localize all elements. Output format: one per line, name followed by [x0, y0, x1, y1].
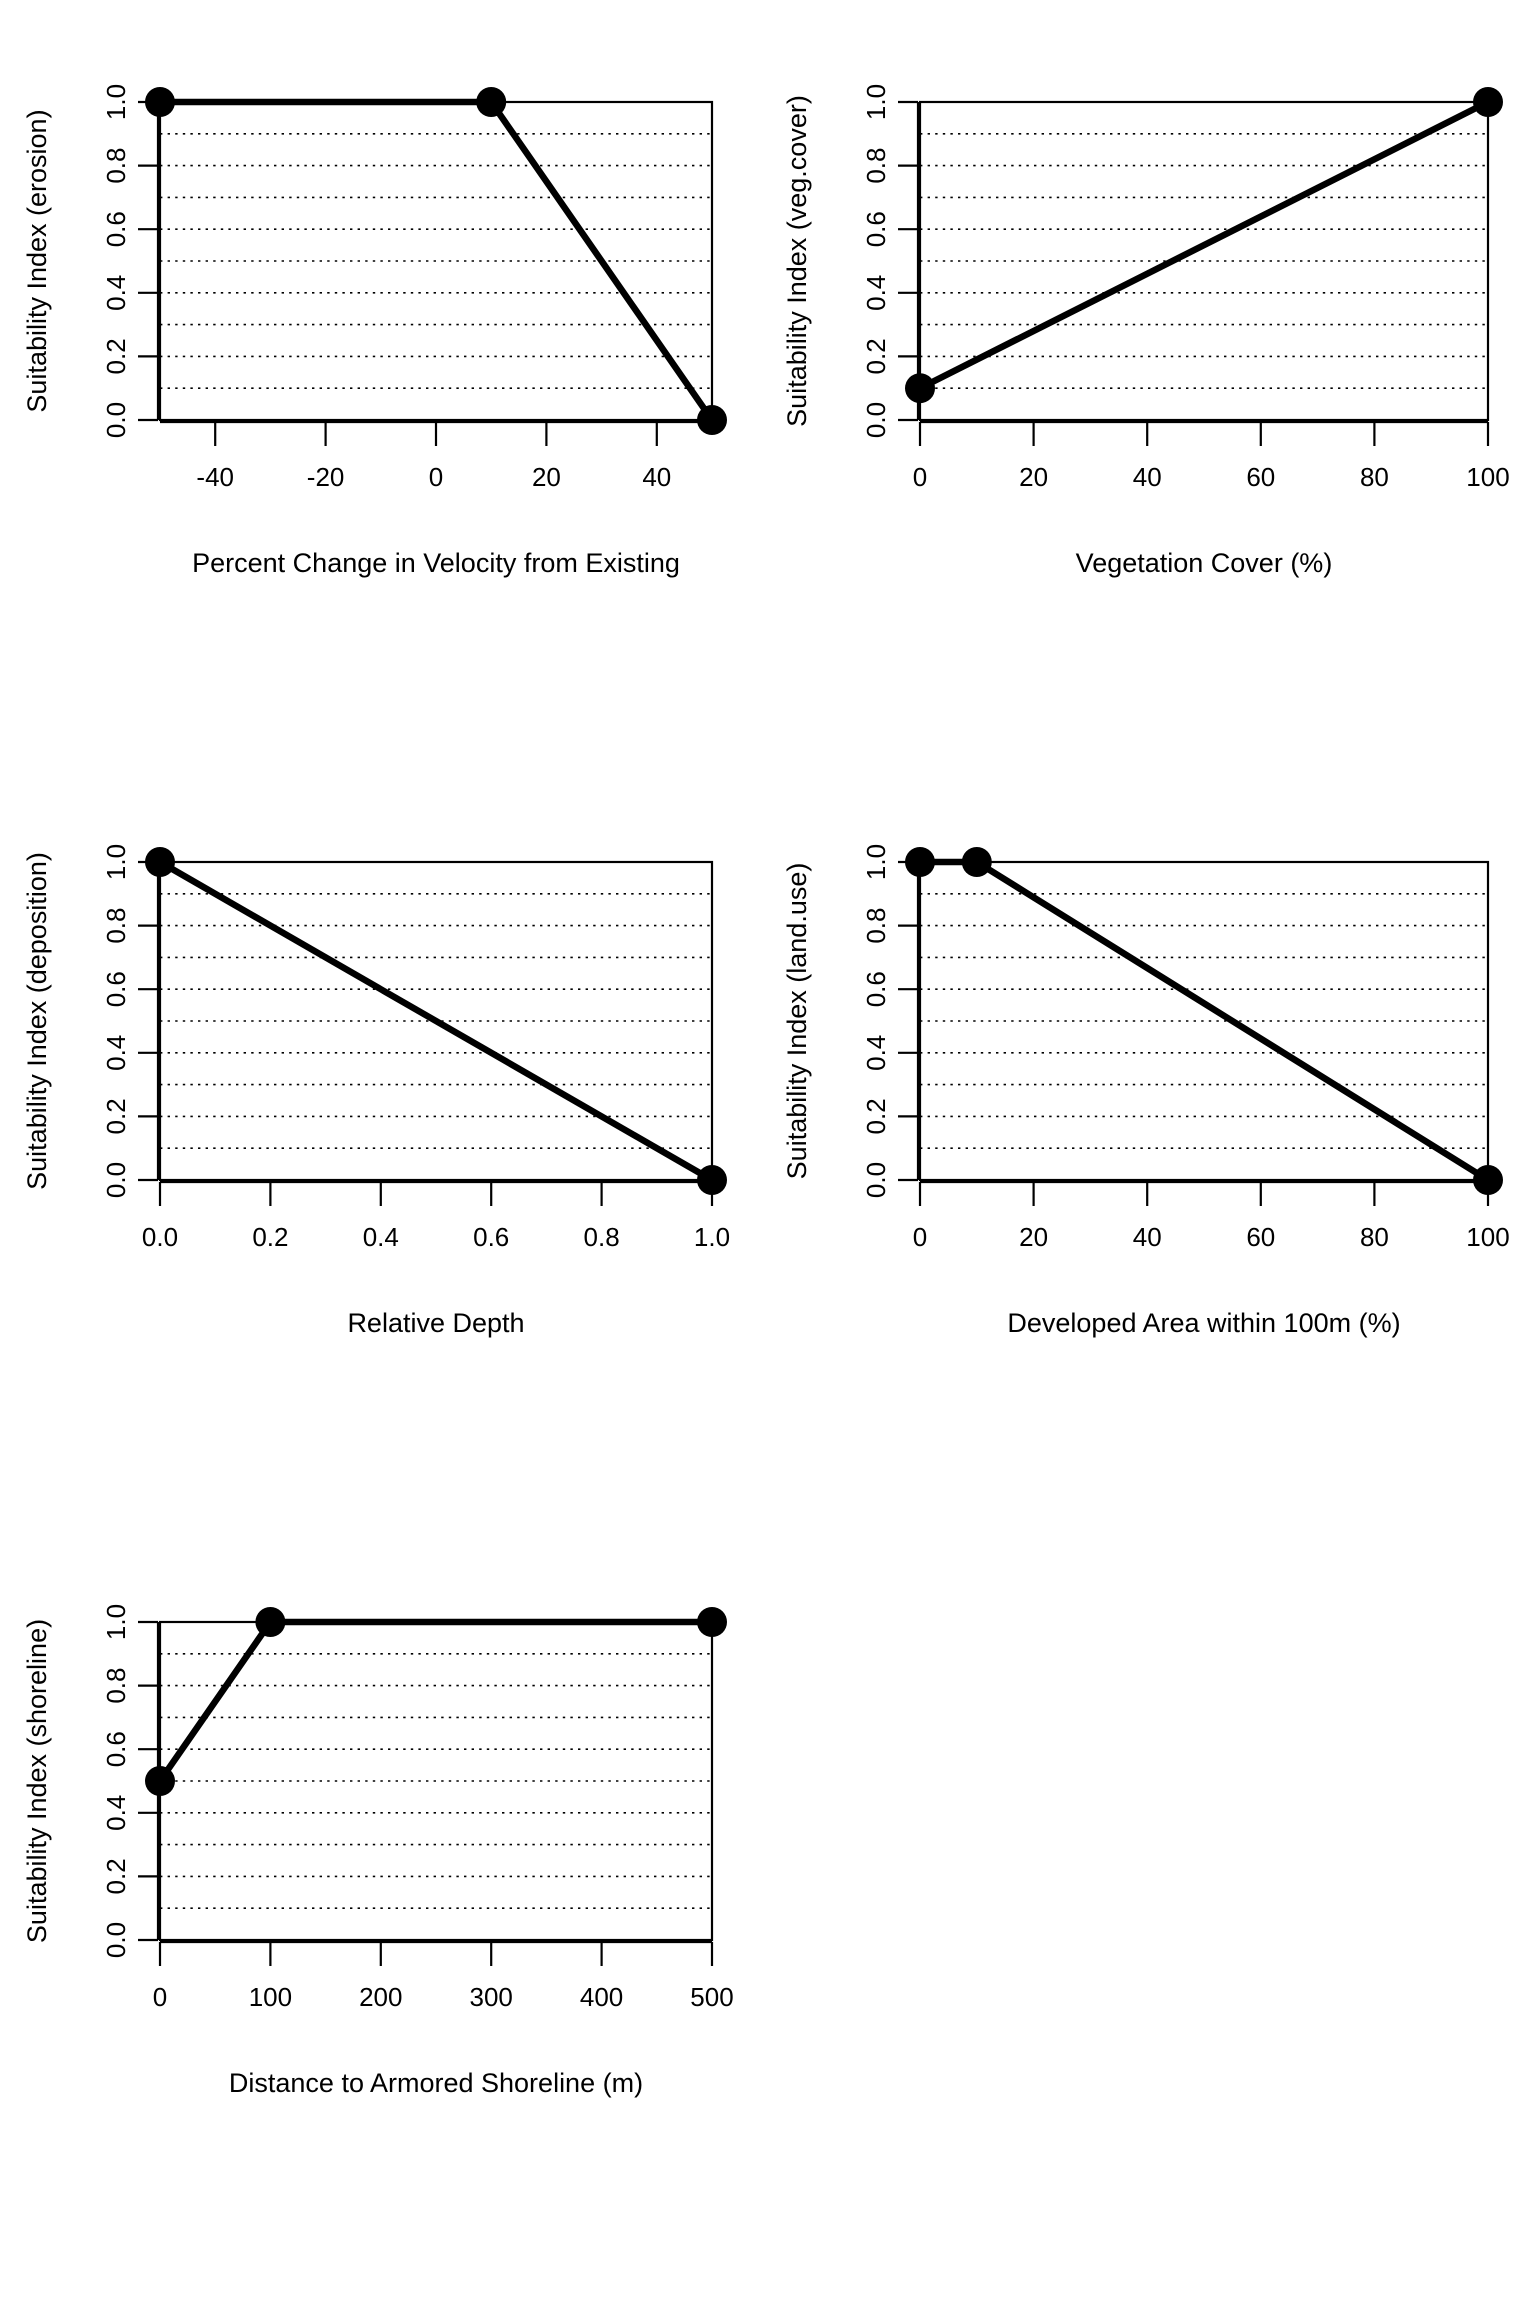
y-tick-label-0: 0.0 — [101, 402, 131, 438]
data-point-1 — [476, 87, 507, 117]
x-tick-label-1: 20 — [1019, 1222, 1048, 1252]
data-point-2 — [697, 405, 727, 435]
x-tick-label-5: 100 — [1466, 462, 1509, 492]
y-tick-label-3: 0.6 — [861, 211, 891, 247]
x-tick-label-2: 200 — [359, 1982, 402, 2012]
y-tick-label-5: 1.0 — [101, 1604, 131, 1640]
y-tick-label-4: 0.8 — [861, 908, 891, 944]
y-tick-label-2: 0.4 — [101, 1795, 131, 1831]
y-tick-label-1: 0.2 — [101, 1858, 131, 1894]
y-tick-label-0: 0.0 — [101, 1922, 131, 1958]
x-tick-label-2: 40 — [1133, 1222, 1162, 1252]
y-tick-label-1: 0.2 — [101, 1098, 131, 1134]
y-tick-label-5: 1.0 — [861, 84, 891, 120]
x-tick-label-5: 100 — [1466, 1222, 1509, 1252]
data-point-0 — [145, 87, 175, 117]
y-tick-label-5: 1.0 — [101, 844, 131, 880]
y-tick-label-4: 0.8 — [101, 908, 131, 944]
x-tick-label-1: 20 — [1019, 462, 1048, 492]
data-point-2 — [1473, 1165, 1503, 1195]
x-axis-title: Vegetation Cover (%) — [1076, 548, 1333, 578]
x-axis-title: Relative Depth — [347, 1308, 524, 1338]
y-tick-label-3: 0.6 — [101, 211, 131, 247]
data-point-0 — [905, 373, 935, 404]
panel-land-use-plot: 0.0 0.2 0.4 0.6 0.8 1.0 0 20 40 60 80 100 Suitabilit… — [782, 844, 1510, 1338]
data-point-0 — [905, 847, 935, 877]
x-tick-label-0: 0 — [913, 1222, 927, 1252]
x-tick-label-2: 0 — [429, 462, 443, 492]
y-tick-label-1: 0.2 — [101, 338, 131, 374]
panel-deposition-plot: 0.0 0.2 0.4 0.6 0.8 1.0 0.0 0.2 0.4 0.6 0.8 1.0 Suit… — [22, 844, 730, 1338]
x-tick-label-5: 1.0 — [694, 1222, 730, 1252]
panel-land-use: 0.0 0.2 0.4 0.6 0.8 1.0 0 20 40 60 80 100 Suitabilit… — [760, 800, 1536, 1540]
x-axis-title: Distance to Armored Shoreline (m) — [229, 2068, 643, 2098]
x-tick-label-3: 0.6 — [473, 1222, 509, 1252]
y-tick-label-4: 0.8 — [101, 148, 131, 184]
x-tick-label-0: -40 — [196, 462, 234, 492]
data-point-1 — [961, 847, 992, 877]
y-tick-label-5: 1.0 — [101, 84, 131, 120]
y-tick-label-1: 0.2 — [861, 1098, 891, 1134]
data-line — [918, 99, 1490, 392]
y-axis-title: Suitability Index (deposition) — [22, 852, 52, 1190]
panel-veg-cover-plot: 0.0 0.2 0.4 0.6 0.8 1.0 0 20 40 60 80 100 Suitabilit… — [782, 84, 1510, 578]
y-tick-label-3: 0.6 — [101, 1731, 131, 1767]
x-tick-label-4: 80 — [1360, 1222, 1389, 1252]
x-axis-title: Percent Change in Velocity from Existing — [192, 548, 680, 578]
y-tick-label-3: 0.6 — [101, 971, 131, 1007]
x-tick-label-1: -20 — [307, 462, 345, 492]
y-tick-label-2: 0.4 — [101, 275, 131, 311]
x-tick-label-5: 500 — [690, 1982, 733, 2012]
x-tick-label-3: 300 — [470, 1982, 513, 2012]
data-point-1 — [697, 1165, 727, 1195]
y-axis-title: Suitability Index (land.use) — [782, 863, 812, 1180]
x-tick-label-4: 40 — [642, 462, 671, 492]
panel-shoreline-plot: 0.0 0.2 0.4 0.6 0.8 1.0 0 100 200 300 400 500 Suitab… — [22, 1604, 734, 2098]
x-tick-label-4: 80 — [1360, 462, 1389, 492]
x-tick-label-0: 0 — [913, 462, 927, 492]
x-tick-label-3: 60 — [1246, 462, 1275, 492]
y-tick-label-4: 0.8 — [861, 148, 891, 184]
data-point-1 — [255, 1607, 286, 1637]
y-tick-label-2: 0.4 — [861, 275, 891, 311]
x-tick-label-0: 0.0 — [142, 1222, 178, 1252]
y-tick-label-2: 0.4 — [101, 1035, 131, 1071]
x-tick-label-1: 100 — [249, 1982, 292, 2012]
data-point-2 — [697, 1607, 727, 1637]
data-line — [158, 859, 714, 1183]
y-tick-label-5: 1.0 — [861, 844, 891, 880]
x-axis-title: Developed Area within 100m (%) — [1007, 1308, 1400, 1338]
x-tick-label-0: 0 — [153, 1982, 167, 2012]
x-tick-label-4: 0.8 — [584, 1222, 620, 1252]
panel-shoreline: 0.0 0.2 0.4 0.6 0.8 1.0 0 100 200 300 400 500 Suitab… — [0, 1560, 760, 2300]
x-tick-label-4: 400 — [580, 1982, 623, 2012]
y-axis-title: Suitability Index (shoreline) — [22, 1619, 52, 1943]
y-tick-label-3: 0.6 — [861, 971, 891, 1007]
y-axis-title: Suitability Index (erosion) — [22, 109, 52, 412]
y-tick-label-4: 0.8 — [101, 1668, 131, 1704]
panel-veg-cover: 0.0 0.2 0.4 0.6 0.8 1.0 0 20 40 60 80 100 Suitabilit… — [760, 40, 1536, 780]
y-tick-label-0: 0.0 — [861, 1162, 891, 1198]
panel-deposition: 0.0 0.2 0.4 0.6 0.8 1.0 0.0 0.2 0.4 0.6 0.8 1.0 Suit… — [0, 800, 760, 1540]
data-point-0 — [145, 1766, 175, 1796]
data-point-1 — [1473, 87, 1503, 117]
y-tick-label-0: 0.0 — [101, 1162, 131, 1198]
panel-erosion: 0.0 0.2 0.4 0.6 0.8 1.0 -40 -20 0 20 40 Suitability… — [0, 40, 760, 780]
x-tick-label-3: 60 — [1246, 1222, 1275, 1252]
y-tick-label-2: 0.4 — [861, 1035, 891, 1071]
x-tick-label-1: 0.2 — [252, 1222, 288, 1252]
x-tick-label-3: 20 — [532, 462, 561, 492]
y-tick-label-0: 0.0 — [861, 402, 891, 438]
x-tick-label-2: 0.4 — [363, 1222, 399, 1252]
data-line — [157, 1618, 712, 1783]
y-tick-label-1: 0.2 — [861, 338, 891, 374]
figure-panel-grid: 0.0 0.2 0.4 0.6 0.8 1.0 -40 -20 0 20 40 Suitability… — [0, 0, 1536, 2304]
x-tick-label-2: 40 — [1133, 462, 1162, 492]
data-point-0 — [145, 847, 175, 877]
panel-erosion-plot: 0.0 0.2 0.4 0.6 0.8 1.0 -40 -20 0 20 40 Suitability… — [22, 84, 727, 578]
y-axis-title: Suitability Index (veg.cover) — [782, 95, 812, 427]
